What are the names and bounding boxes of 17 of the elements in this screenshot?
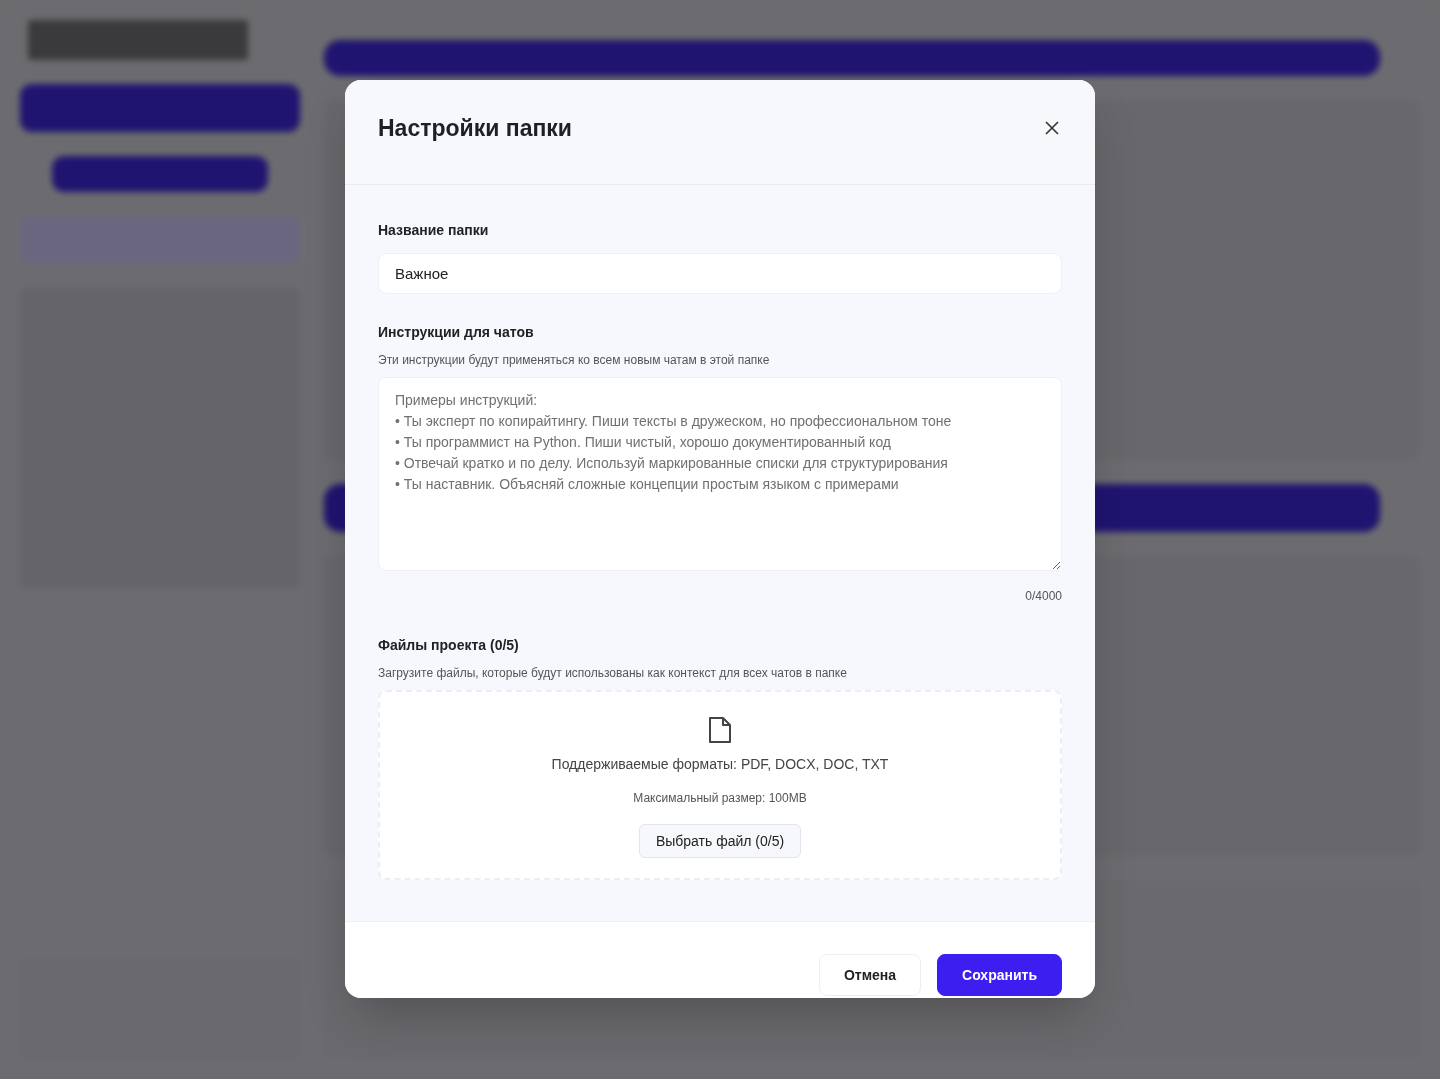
dialog-title: Настройки папки	[378, 113, 572, 143]
supported-formats: Поддерживаемые форматы: PDF, DOCX, DOC, TXT	[551, 755, 889, 774]
character-counter: 0/4000	[1025, 588, 1062, 605]
save-button[interactable]: Сохранить	[937, 954, 1062, 996]
folder-name-input[interactable]: Важное	[378, 253, 1062, 294]
field-label: Файлы проекта (0/5)	[378, 636, 520, 655]
cancel-button[interactable]: Отмена	[818, 954, 922, 996]
instructions-input[interactable]: Примеры инструкций: • Ты эксперт по копирайтингу. Пиши тексты в дружеском, но профессиональном тоне • Ты программист на Python. Пиши чистый, хорошо документированный код • Отвечай кратко и по делу. Используй маркированные списки для структурирования • Ты наставник. Объясняй сложные концепции простым языком с примерами	[378, 377, 1062, 571]
close-icon	[1045, 121, 1059, 135]
choose-file-button[interactable]: Выбрать файл (0/5)	[638, 824, 802, 858]
field-label: Инструкции для чатов	[378, 323, 535, 342]
max-size: Максимальный размер: 100MB	[633, 790, 807, 807]
file-drop-zone[interactable]: Поддерживаемые форматы: PDF, DOCX, DOC, TXT Максимальный размер: 100MB Выбрать файл (0/5)	[378, 690, 1062, 880]
field-label: Название папки	[378, 221, 490, 240]
field-hint: Эти инструкции будут применяться ко всем новым чатам в этой папке	[378, 352, 771, 369]
file-icon	[708, 716, 732, 744]
field-hint: Загрузите файлы, которые будут использованы как контекст для всех чатов в папке	[378, 665, 848, 682]
